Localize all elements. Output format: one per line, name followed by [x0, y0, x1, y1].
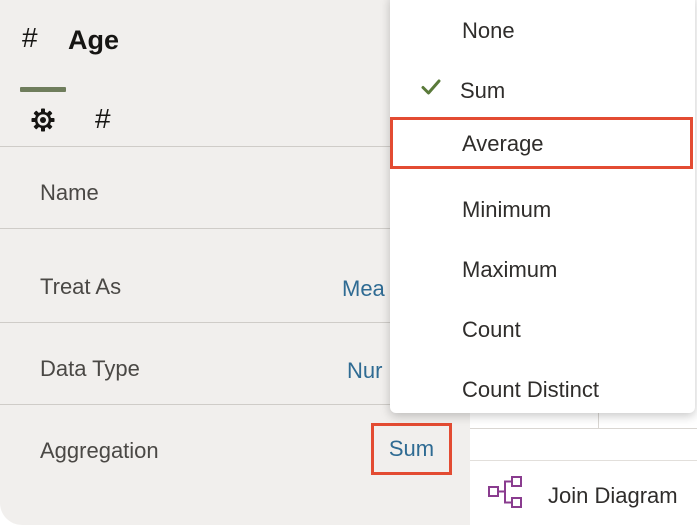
menu-item-average[interactable]: Average [390, 117, 693, 169]
join-diagram-label[interactable]: Join Diagram [548, 483, 678, 509]
grid-divider [458, 428, 697, 429]
aggregation-menu: None Sum Average Minimum Maximum Count C… [390, 0, 695, 413]
menu-item-maximum[interactable]: Maximum [390, 243, 695, 295]
menu-item-label: Average [462, 131, 544, 156]
menu-item-label: Count Distinct [462, 377, 599, 402]
menu-item-label: None [462, 18, 515, 43]
data-type-label: Data Type [40, 356, 140, 381]
menu-item-label: Sum [460, 78, 506, 103]
menu-item-none[interactable]: None [390, 4, 695, 56]
treat-as-value[interactable]: Mea [342, 276, 385, 302]
active-tab-indicator [20, 87, 66, 92]
join-diagram-icon [488, 476, 522, 508]
aggregation-dropdown-button[interactable]: Sum [371, 423, 452, 475]
gear-icon[interactable] [29, 106, 57, 134]
menu-item-label: Count [462, 317, 521, 342]
aggregation-label: Aggregation [40, 438, 159, 463]
numeric-column-icon: # [22, 22, 38, 53]
treat-as-label: Treat As [40, 274, 122, 299]
name-label: Name [40, 180, 99, 205]
menu-item-sum[interactable]: Sum [390, 64, 695, 116]
tab-data-type[interactable]: # [95, 103, 111, 135]
menu-item-count[interactable]: Count [390, 303, 695, 355]
menu-item-count-distinct[interactable]: Count Distinct [390, 363, 695, 415]
grid-divider [598, 413, 599, 428]
menu-item-minimum[interactable]: Minimum [390, 183, 695, 235]
checkmark-icon [421, 79, 441, 95]
menu-item-label: Maximum [462, 257, 558, 282]
menu-item-label: Minimum [462, 197, 552, 222]
column-title: Age [68, 25, 120, 55]
data-type-value[interactable]: Nur [347, 358, 382, 384]
